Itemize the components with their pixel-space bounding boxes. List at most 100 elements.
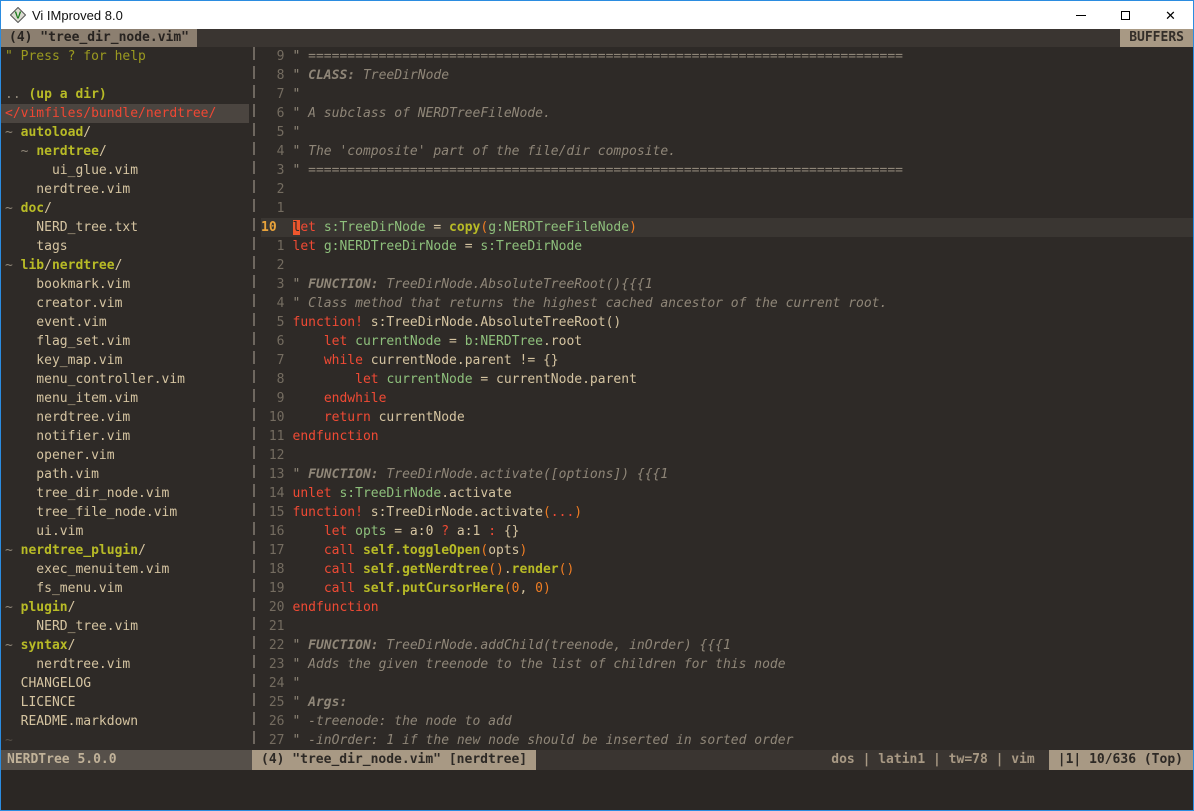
- tree-row[interactable]: ~ nerdtree_plugin/: [1, 541, 249, 560]
- tree-row[interactable]: ui.vim: [1, 522, 249, 541]
- tree-row[interactable]: ~ plugin/: [1, 598, 249, 617]
- code-line[interactable]: 9" =====================================…: [261, 47, 1193, 66]
- buffers-label: BUFFERS: [1120, 29, 1193, 47]
- maximize-button[interactable]: [1103, 1, 1148, 29]
- tree-row[interactable]: menu_controller.vim: [1, 370, 249, 389]
- code-line[interactable]: 2: [261, 256, 1193, 275]
- tree-row[interactable]: ~: [1, 731, 249, 750]
- code-line[interactable]: 20endfunction: [261, 598, 1193, 617]
- command-line[interactable]: [1, 770, 1193, 810]
- code-line[interactable]: 15function! s:TreeDirNode.activate(...): [261, 503, 1193, 522]
- tree-row[interactable]: ~ nerdtree/: [1, 142, 249, 161]
- tree-row[interactable]: notifier.vim: [1, 427, 249, 446]
- code-line[interactable]: 1: [261, 199, 1193, 218]
- code-line[interactable]: 13" FUNCTION: TreeDirNode.activate([opti…: [261, 465, 1193, 484]
- code-line[interactable]: 7": [261, 85, 1193, 104]
- tree-row[interactable]: </vimfiles/bundle/nerdtree/: [1, 104, 249, 123]
- tree-row[interactable]: LICENCE: [1, 693, 249, 712]
- code-line[interactable]: 17 call self.toggleOpen(opts): [261, 541, 1193, 560]
- tree-row[interactable]: README.markdown: [1, 712, 249, 731]
- tree-segment-file: creator.vim: [5, 296, 122, 311]
- tree-row[interactable]: bookmark.vim: [1, 275, 249, 294]
- line-number: 19: [261, 579, 285, 598]
- tree-row[interactable]: ~ syntax/: [1, 636, 249, 655]
- code-line[interactable]: 4" Class method that returns the highest…: [261, 294, 1193, 313]
- minimize-button[interactable]: [1058, 1, 1103, 29]
- tree-row[interactable]: " Press ? for help: [1, 47, 249, 66]
- tree-row[interactable]: tree_file_node.vim: [1, 503, 249, 522]
- code-line[interactable]: 25" Args:: [261, 693, 1193, 712]
- tree-row[interactable]: exec_menuitem.vim: [1, 560, 249, 579]
- code-token-ctitle: CLASS:: [308, 68, 355, 83]
- tree-row[interactable]: flag_set.vim: [1, 332, 249, 351]
- code-line[interactable]: 14unlet s:TreeDirNode.activate: [261, 484, 1193, 503]
- code-line[interactable]: 23" Adds the given treenode to the list …: [261, 655, 1193, 674]
- code-line[interactable]: 27" -inOrder: 1 if the new node should b…: [261, 731, 1193, 750]
- code-line[interactable]: 6 let currentNode = b:NERDTree.root: [261, 332, 1193, 351]
- code-line[interactable]: 9 endwhile: [261, 389, 1193, 408]
- tree-row[interactable]: ~ lib/nerdtree/: [1, 256, 249, 275]
- code-line[interactable]: 8 let currentNode = currentNode.parent: [261, 370, 1193, 389]
- tab-active-buffer[interactable]: (4) "tree_dir_node.vim": [1, 29, 197, 47]
- code-token-comment: " ======================================…: [293, 163, 903, 178]
- code-token-comment: " Class method that returns the highest …: [293, 296, 888, 311]
- code-line[interactable]: 10let s:TreeDirNode = copy(g:NERDTreeFil…: [261, 218, 1193, 237]
- code-line[interactable]: 4" The 'composite' part of the file/dir …: [261, 142, 1193, 161]
- tree-row[interactable]: ~ autoload/: [1, 123, 249, 142]
- code-token-paren: (): [488, 562, 504, 577]
- code-token-txt: [293, 562, 324, 577]
- tree-row[interactable]: opener.vim: [1, 446, 249, 465]
- editor-pane: 9" =====================================…: [261, 47, 1193, 750]
- tree-row[interactable]: fs_menu.vim: [1, 579, 249, 598]
- tree-row[interactable]: [1, 66, 249, 85]
- line-number: 26: [261, 712, 285, 731]
- close-button[interactable]: ✕: [1148, 1, 1193, 29]
- tree-segment-file: fs_menu.vim: [5, 581, 122, 596]
- code-line[interactable]: 19 call self.putCursorHere(0, 0): [261, 579, 1193, 598]
- code-line[interactable]: 3" =====================================…: [261, 161, 1193, 180]
- tree-row[interactable]: path.vim: [1, 465, 249, 484]
- tree-row[interactable]: ui_glue.vim: [1, 161, 249, 180]
- tree-segment-dir: lib: [21, 258, 44, 273]
- tree-row[interactable]: tags: [1, 237, 249, 256]
- code-line[interactable]: 16 let opts = a:0 ? a:1 : {}: [261, 522, 1193, 541]
- tree-row[interactable]: NERD_tree.txt: [1, 218, 249, 237]
- tree-row[interactable]: NERD_tree.vim: [1, 617, 249, 636]
- tree-row[interactable]: creator.vim: [1, 294, 249, 313]
- tree-segment-file: LICENCE: [5, 695, 75, 710]
- code-line[interactable]: 11endfunction: [261, 427, 1193, 446]
- tree-row[interactable]: .. (up a dir): [1, 85, 249, 104]
- tree-row[interactable]: nerdtree.vim: [1, 180, 249, 199]
- code-line[interactable]: 1let g:NERDTreeDirNode = s:TreeDirNode: [261, 237, 1193, 256]
- window-separator[interactable]: [249, 47, 261, 750]
- tree-row[interactable]: CHANGELOG: [1, 674, 249, 693]
- code-token-ctitle: FUNCTION:: [308, 638, 378, 653]
- tree-segment-dim: ..: [5, 87, 28, 102]
- tree-row[interactable]: key_map.vim: [1, 351, 249, 370]
- code-line[interactable]: 7 while currentNode.parent != {}: [261, 351, 1193, 370]
- code-line[interactable]: 12: [261, 446, 1193, 465]
- code-line[interactable]: 2: [261, 180, 1193, 199]
- tree-segment-dir: syntax: [21, 638, 68, 653]
- tree-row[interactable]: nerdtree.vim: [1, 655, 249, 674]
- code-line[interactable]: 21: [261, 617, 1193, 636]
- code-token-comment: ": [293, 638, 309, 653]
- code-line[interactable]: 8" CLASS: TreeDirNode: [261, 66, 1193, 85]
- code-line[interactable]: 24": [261, 674, 1193, 693]
- code-line[interactable]: 22" FUNCTION: TreeDirNode.addChild(treen…: [261, 636, 1193, 655]
- code-line[interactable]: 18 call self.getNerdtree().render(): [261, 560, 1193, 579]
- tree-row[interactable]: nerdtree.vim: [1, 408, 249, 427]
- line-number: 10: [261, 408, 285, 427]
- tree-row[interactable]: ~ doc/: [1, 199, 249, 218]
- code-line[interactable]: 5": [261, 123, 1193, 142]
- tree-row[interactable]: menu_item.vim: [1, 389, 249, 408]
- code-line[interactable]: 5function! s:TreeDirNode.AbsoluteTreeRoo…: [261, 313, 1193, 332]
- code-line[interactable]: 3" FUNCTION: TreeDirNode.AbsoluteTreeRoo…: [261, 275, 1193, 294]
- code-line[interactable]: 26" -treenode: the node to add: [261, 712, 1193, 731]
- code-line[interactable]: 10 return currentNode: [261, 408, 1193, 427]
- code-line[interactable]: 6" A subclass of NERDTreeFileNode.: [261, 104, 1193, 123]
- tree-row[interactable]: tree_dir_node.vim: [1, 484, 249, 503]
- code-token-kw: ...: [551, 505, 574, 520]
- tree-segment-root: </vimfiles/bundle/nerdtree/: [5, 106, 216, 121]
- tree-row[interactable]: event.vim: [1, 313, 249, 332]
